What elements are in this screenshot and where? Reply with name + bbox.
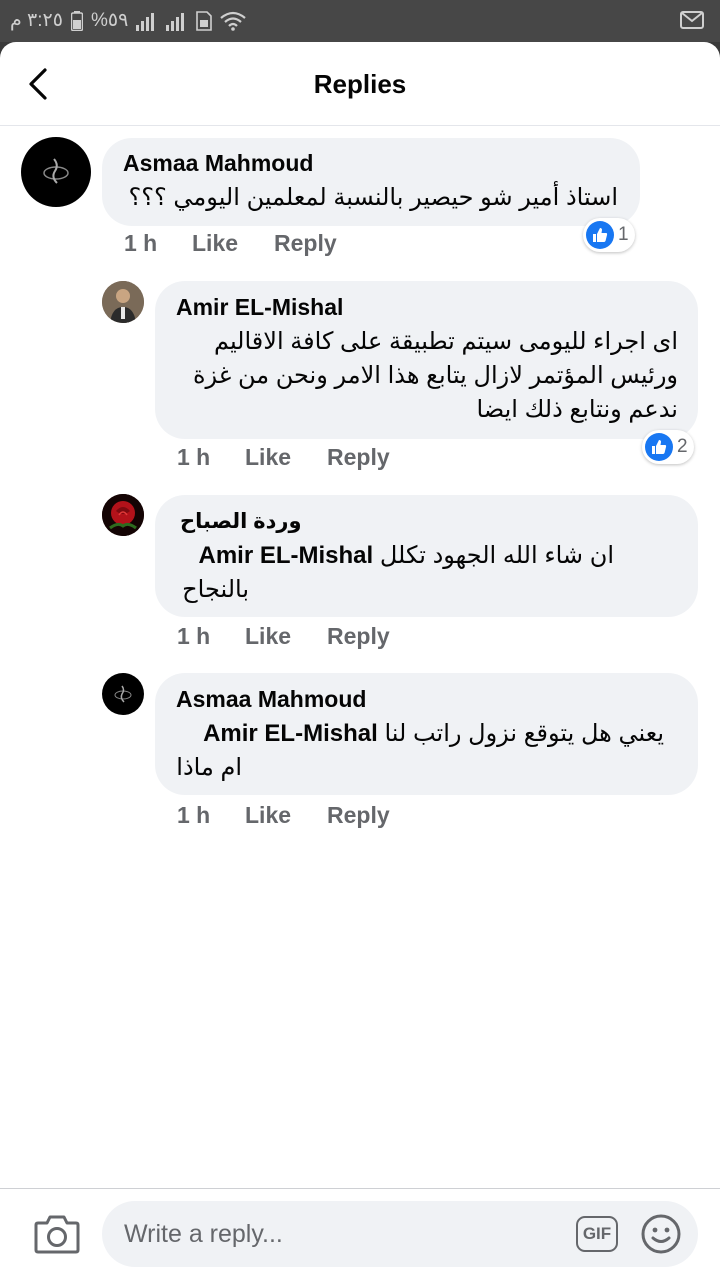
comment-text: ورئيس المؤتمر لازال يتابع هذا الامر ونحن…: [192, 362, 678, 389]
mention-link[interactable]: Amir EL-Mishal: [198, 542, 373, 569]
reaction-badge[interactable]: 1: [583, 218, 635, 252]
comment-author[interactable]: Asmaa Mahmoud: [123, 150, 313, 177]
comment-time: 1 h: [124, 230, 158, 256]
comment-text: اى اجراء لليومى سيتم تطبيقة على كافة الا…: [213, 328, 678, 355]
comment-text: ان شاء الله الجهود تكلل Amir EL-Mishal: [198, 539, 614, 573]
comment-author[interactable]: Amir EL-Mishal: [176, 294, 343, 321]
comment-meta: 1 h Like Reply: [177, 444, 390, 471]
reply-button[interactable]: Reply: [327, 444, 390, 471]
comment-text: ام ماذا: [176, 754, 242, 781]
smiley-icon: [641, 1214, 681, 1254]
comment-author[interactable]: وردة الصباح: [180, 509, 302, 534]
reply-composer: GIF: [0, 1188, 720, 1280]
comment-meta: 1 h Like Reply: [124, 230, 337, 257]
mail-icon: [680, 11, 704, 34]
avatar[interactable]: [102, 673, 144, 715]
signal-icon: [136, 11, 158, 31]
avatar[interactable]: [102, 281, 144, 323]
rose-image: [102, 494, 144, 536]
comment-text: استاذ أمير شو حيصير بالنسبة لمعلمين اليو…: [128, 184, 618, 211]
like-button[interactable]: Like: [245, 623, 327, 650]
avatar[interactable]: [21, 137, 91, 207]
like-button[interactable]: Like: [245, 802, 327, 829]
battery-percent: %٥٩: [90, 10, 129, 31]
comment-text: ندعم ونتابع ذلك ايضا: [476, 396, 678, 423]
status-bar: ٣:٢٥ م %٥٩: [0, 0, 720, 42]
comment-time: 1 h: [177, 623, 211, 649]
like-button[interactable]: Like: [192, 230, 274, 257]
status-time: ٣:٢٥ م: [10, 10, 63, 31]
comment-text-body: يعني هل يتوقع نزول راتب لنا: [384, 720, 664, 747]
comment-meta: 1 h Like Reply: [177, 802, 390, 829]
signal-icon-2: [166, 11, 188, 31]
reaction-count: 2: [677, 436, 688, 457]
reply-button[interactable]: Reply: [327, 623, 390, 650]
emoji-button[interactable]: [640, 1213, 682, 1255]
reply-input-box[interactable]: GIF: [102, 1201, 698, 1267]
sim-icon: [196, 10, 213, 31]
comment-meta: 1 h Like Reply: [177, 623, 390, 650]
camera-button[interactable]: [34, 1213, 80, 1255]
comment-author[interactable]: Asmaa Mahmoud: [176, 686, 366, 713]
reply-button[interactable]: Reply: [327, 802, 390, 829]
comment-text: بالنجاح: [182, 576, 249, 603]
page-title: Replies: [313, 69, 407, 99]
reply-button[interactable]: Reply: [274, 230, 337, 257]
reaction-count: 1: [618, 224, 629, 245]
like-reaction-icon: [645, 433, 673, 461]
comment-text: يعني هل يتوقع نزول راتب لنا Amir EL-Mish…: [203, 717, 664, 751]
wifi-icon: [220, 11, 246, 31]
like-reaction-icon: [586, 221, 614, 249]
like-button[interactable]: Like: [245, 444, 327, 471]
gif-button[interactable]: GIF: [576, 1216, 618, 1252]
header: Replies: [0, 42, 720, 126]
avatar[interactable]: [102, 494, 144, 536]
battery-icon: [70, 10, 83, 31]
comment-time: 1 h: [177, 802, 211, 828]
reaction-badge[interactable]: 2: [642, 430, 694, 464]
camera-icon: [34, 1215, 80, 1254]
comment-text-body: ان شاء الله الجهود تكلل: [379, 542, 614, 569]
replies-sheet: Replies Asmaa Mahmoud استاذ أمير شو حيصي…: [0, 42, 720, 1280]
mention-link[interactable]: Amir EL-Mishal: [203, 720, 378, 747]
status-indicators: ٣:٢٥ م %٥٩: [10, 9, 246, 32]
reply-input[interactable]: [124, 1201, 564, 1267]
comment-time: 1 h: [177, 444, 211, 470]
